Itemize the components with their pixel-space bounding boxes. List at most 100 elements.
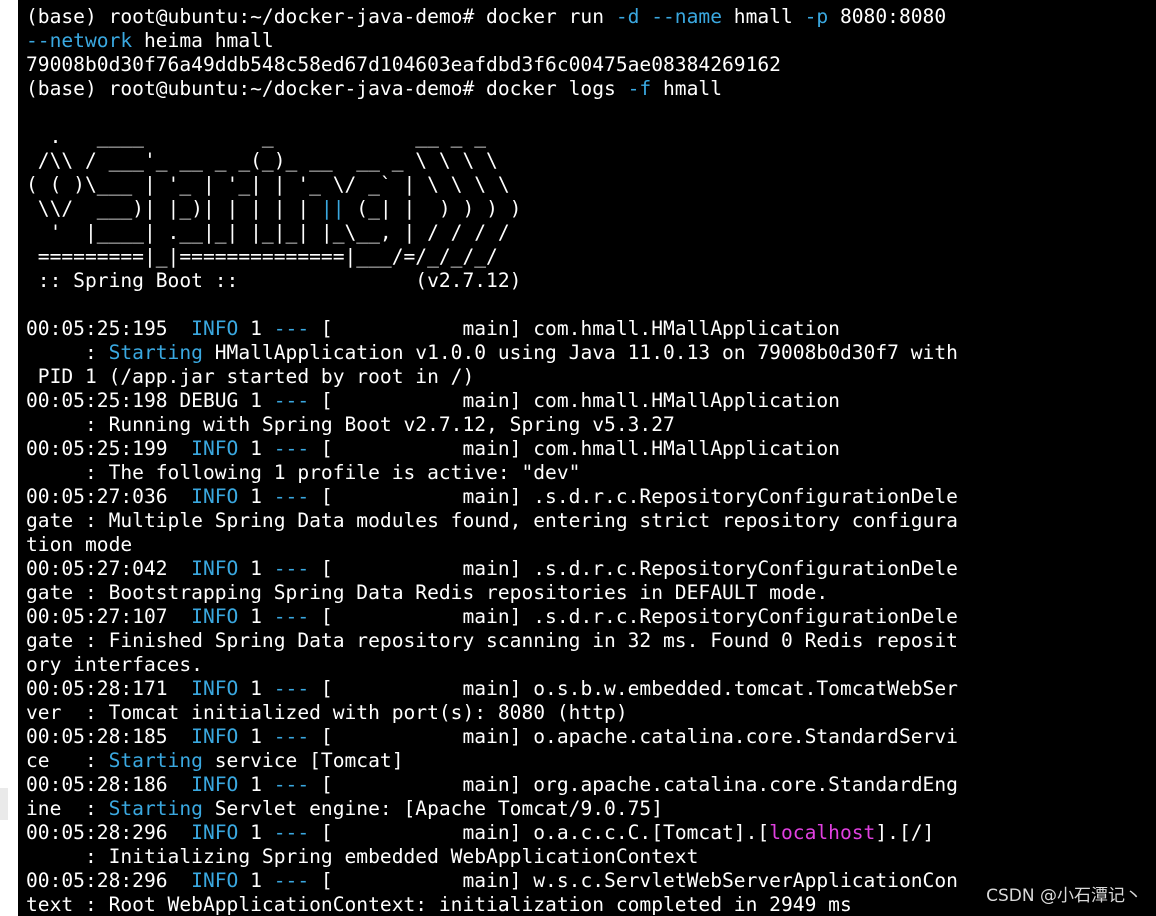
terminal-text: =========|_|==============|___/=/_/_/_/ [26,245,498,268]
highlighted-text: --- [273,485,310,508]
terminal-line: =========|_|==============|___/=/_/_/_/ [26,245,958,269]
terminal-line: : The following 1 profile is active: "de… [26,461,958,485]
highlighted-text: INFO [191,677,239,700]
terminal-line: ' |____| .__|_| |_|_| |_\__, | / / / / [26,221,958,245]
terminal-text: ver : Tomcat initialized with port(s): 8… [26,701,628,724]
terminal-line: 00:05:28:186 INFO 1 --- [ main] org.apac… [26,773,958,797]
terminal-text: ory interfaces. [26,653,203,676]
terminal-line: : Starting HMallApplication v1.0.0 using… [26,341,958,365]
terminal-line: text : Root WebApplicationContext: initi… [26,893,958,916]
terminal-text: [ main] o.a.c.c.C.[Tomcat].[ [309,821,770,844]
terminal-text: : The following 1 profile is active: "de… [26,461,581,484]
terminal-line: ory interfaces. [26,653,958,677]
highlighted-text: Starting [108,749,203,772]
terminal-text: (base) root@ubuntu:~/docker-java-demo# d… [26,77,628,100]
highlighted-text: --- [273,317,310,340]
terminal-line: tion mode [26,533,958,557]
terminal-line: /\\ / ___'_ __ _ _(_)_ __ __ _ \ \ \ \ [26,149,958,173]
terminal-text: [ main] o.s.b.w.embedded.tomcat.TomcatWe… [309,677,958,700]
terminal-text: hmall [722,5,805,28]
terminal-line: . ____ _ __ _ _ [26,125,958,149]
highlighted-text: INFO [191,317,239,340]
terminal-text: 00:05:27:107 [26,605,192,628]
highlighted-text: Starting [108,797,203,820]
terminal-text: 00:05:25:195 [26,317,192,340]
terminal-text: text : Root WebApplicationContext: initi… [26,893,852,916]
highlighted-text: -d [615,5,640,28]
highlighted-text: --- [273,773,310,796]
terminal-text: 00:05:27:042 [26,557,192,580]
terminal-line: : Initializing Spring embedded WebApplic… [26,845,958,869]
terminal-text: tion mode [26,533,133,556]
terminal-text: [ main] .s.d.r.c.RepositoryConfiguration… [309,605,958,628]
terminal-text: Servlet engine: [Apache Tomcat/9.0.75] [202,797,664,820]
terminal-text: ce : [26,749,109,772]
terminal-text: 1 [238,677,274,700]
terminal-text: gate : Multiple Spring Data modules foun… [26,509,958,532]
terminal-text: 8080:8080 [828,5,947,28]
scroll-marker [0,788,8,820]
terminal-text: [ main] w.s.c.ServletWebServerApplicatio… [309,869,958,892]
screenshot: (base) root@ubuntu:~/docker-java-demo# d… [0,0,1156,916]
terminal-line: PID 1 (/app.jar started by root in /) [26,365,958,389]
terminal-text: 1 [238,557,274,580]
highlighted-text: --network [26,29,133,52]
terminal-text: [ main] .s.d.r.c.RepositoryConfiguration… [309,485,958,508]
terminal-text: 1 [238,605,274,628]
highlighted-text: --- [273,725,310,748]
terminal-line: (base) root@ubuntu:~/docker-java-demo# d… [26,5,958,29]
terminal-window[interactable]: (base) root@ubuntu:~/docker-java-demo# d… [18,0,1156,916]
terminal-text: 1 [238,821,274,844]
terminal-line: --network heima hmall [26,29,958,53]
terminal-text: 1 [238,725,274,748]
terminal-text: /\\ / ___'_ __ _ _(_)_ __ __ _ \ \ \ \ [26,149,498,172]
terminal-line: 00:05:28:185 INFO 1 --- [ main] o.apache… [26,725,958,749]
highlighted-text: || [320,197,345,220]
terminal-text: (base) root@ubuntu:~/docker-java-demo# d… [26,5,616,28]
highlighted-text: --name [651,5,722,28]
terminal-line: 00:05:27:036 INFO 1 --- [ main] .s.d.r.c… [26,485,958,509]
terminal-text: : Running with Spring Boot v2.7.12, Spri… [26,413,675,436]
highlighted-text: INFO [191,869,239,892]
terminal-text: hmall [651,77,722,100]
terminal-text: gate : Finished Spring Data repository s… [26,629,958,652]
highlighted-text: INFO [191,725,239,748]
terminal-line: 00:05:25:199 INFO 1 --- [ main] com.hmal… [26,437,958,461]
terminal-line: 00:05:28:296 INFO 1 --- [ main] o.a.c.c.… [26,821,958,845]
highlighted-text: INFO [191,485,239,508]
terminal-text: 1 [238,317,274,340]
terminal-text: : [26,341,109,364]
terminal-text: service [Tomcat] [202,749,404,772]
highlighted-text: INFO [191,773,239,796]
terminal-text: 1 [238,485,274,508]
highlighted-text: INFO [191,605,239,628]
watermark-text: CSDN @小石潭记丶 [986,886,1142,906]
terminal-line: 00:05:28:296 INFO 1 --- [ main] w.s.c.Se… [26,869,958,893]
terminal-text: PID 1 (/app.jar started by root in /) [26,365,475,388]
terminal-text: [ main] o.apache.catalina.core.StandardS… [309,725,958,748]
highlighted-text: INFO [191,437,239,460]
highlighted-text: -f [627,77,652,100]
terminal-text: [ main] com.hmall.HMallApplication [309,317,840,340]
terminal-text: [ main] com.hmall.HMallApplication [309,389,840,412]
terminal-line: 00:05:25:195 INFO 1 --- [ main] com.hmal… [26,317,958,341]
highlighted-text: Starting [108,341,203,364]
terminal-text: 1 [238,869,274,892]
terminal-text: 79008b0d30f76a49ddb548c58ed67d104603eafd… [26,53,781,76]
terminal-text: 00:05:27:036 [26,485,192,508]
highlighted-text: localhost [769,821,876,844]
terminal-text: 1 [238,773,274,796]
highlighted-text: --- [273,821,310,844]
terminal-text: ' |____| .__|_| |_|_| |_\__, | / / / / [26,221,510,244]
terminal-text: [ main] .s.d.r.c.RepositoryConfiguration… [309,557,958,580]
highlighted-text: --- [273,437,310,460]
terminal-line: gate : Multiple Spring Data modules foun… [26,509,958,533]
terminal-text: gate : Bootstrapping Spring Data Redis r… [26,581,829,604]
window-left-edge [0,0,18,916]
terminal-text: 1 [238,437,274,460]
highlighted-text: INFO [191,557,239,580]
highlighted-text: --- [273,605,310,628]
terminal-text: 00:05:28:171 [26,677,192,700]
terminal-text: ].[/] [875,821,935,844]
